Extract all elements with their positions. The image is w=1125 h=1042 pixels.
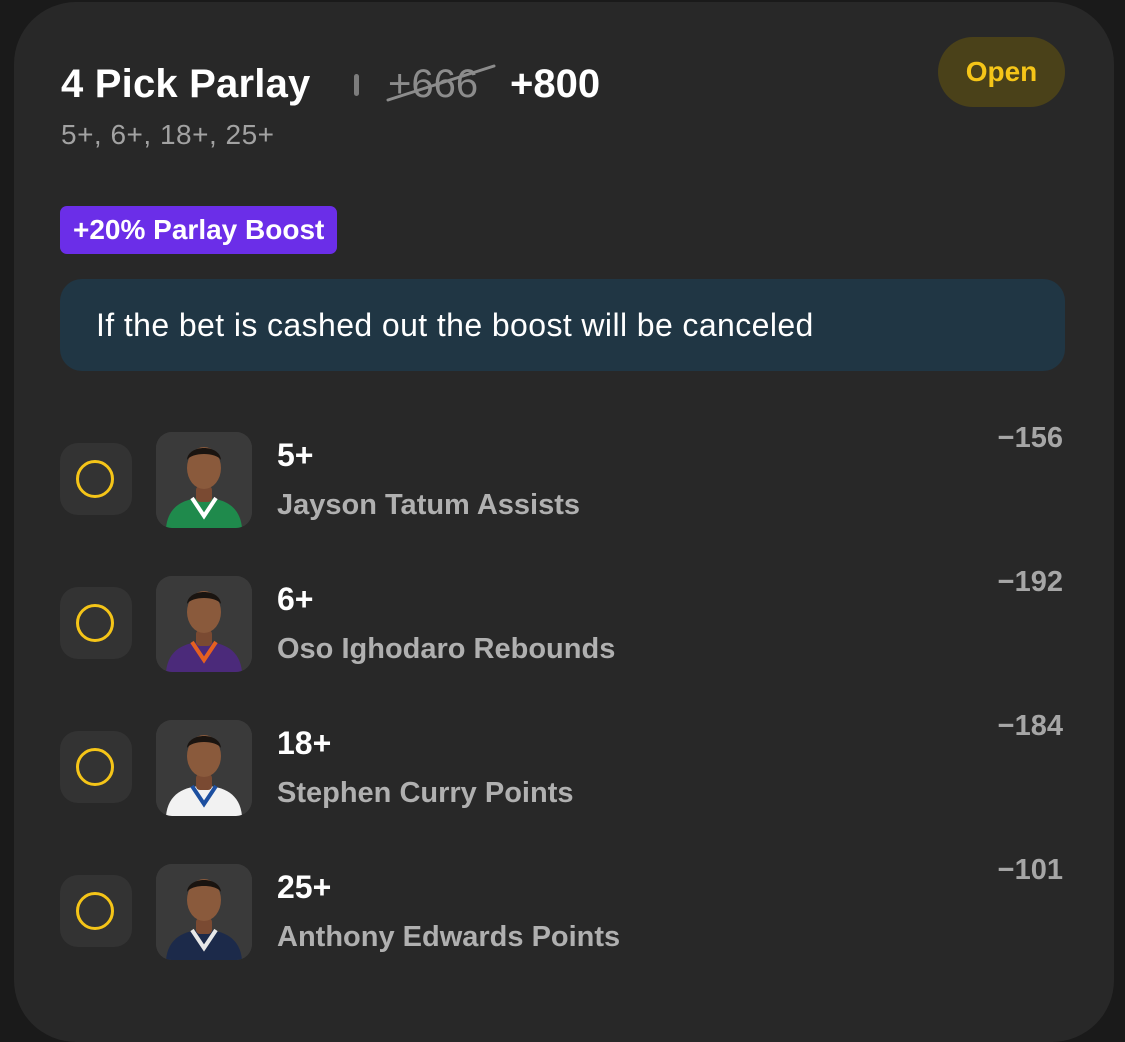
circle-outline-icon	[76, 460, 114, 498]
player-avatar	[156, 576, 252, 672]
player-headshot-icon	[156, 432, 252, 528]
cashout-notice: If the bet is cashed out the boost will …	[60, 279, 1065, 371]
leg-odds: −192	[997, 566, 1063, 598]
leg-status-indicator	[60, 587, 132, 659]
title-separator	[354, 74, 359, 96]
leg-status-indicator	[60, 875, 132, 947]
leg-status-indicator	[60, 443, 132, 515]
strikethrough-line	[386, 64, 496, 102]
leg-odds: −101	[997, 854, 1063, 886]
player-avatar	[156, 720, 252, 816]
boosted-odds: +800	[510, 62, 601, 106]
leg-player-stat: Stephen Curry Points	[277, 777, 574, 809]
status-badge: Open	[938, 37, 1065, 107]
leg-status-indicator	[60, 731, 132, 803]
leg-odds: −184	[997, 710, 1063, 742]
leg-row[interactable]: 6+ Oso Ighodaro Rebounds −192	[0, 566, 1125, 676]
player-avatar	[156, 432, 252, 528]
circle-outline-icon	[76, 748, 114, 786]
parlay-boost-badge: +20% Parlay Boost	[60, 206, 338, 254]
leg-player-stat: Jayson Tatum Assists	[277, 489, 580, 521]
leg-line: 25+	[277, 869, 332, 905]
circle-outline-icon	[76, 892, 114, 930]
player-avatar	[156, 864, 252, 960]
leg-line: 5+	[277, 437, 314, 473]
leg-player-stat: Anthony Edwards Points	[277, 921, 621, 953]
leg-line: 6+	[277, 581, 314, 617]
cashout-notice-text: If the bet is cashed out the boost will …	[96, 306, 814, 343]
leg-row[interactable]: 5+ Jayson Tatum Assists −156	[0, 422, 1125, 532]
player-headshot-icon	[156, 720, 252, 816]
leg-odds: −156	[997, 422, 1063, 454]
parlay-title: 4 Pick Parlay	[61, 62, 311, 106]
player-headshot-icon	[156, 864, 252, 960]
leg-line: 18+	[277, 725, 332, 761]
leg-row[interactable]: 25+ Anthony Edwards Points −101	[0, 854, 1125, 964]
circle-outline-icon	[76, 604, 114, 642]
player-headshot-icon	[156, 576, 252, 672]
leg-player-stat: Oso Ighodaro Rebounds	[277, 633, 616, 665]
leg-row[interactable]: 18+ Stephen Curry Points −184	[0, 710, 1125, 820]
parlay-lines-summary: 5+, 6+, 18+, 25+	[61, 119, 275, 150]
